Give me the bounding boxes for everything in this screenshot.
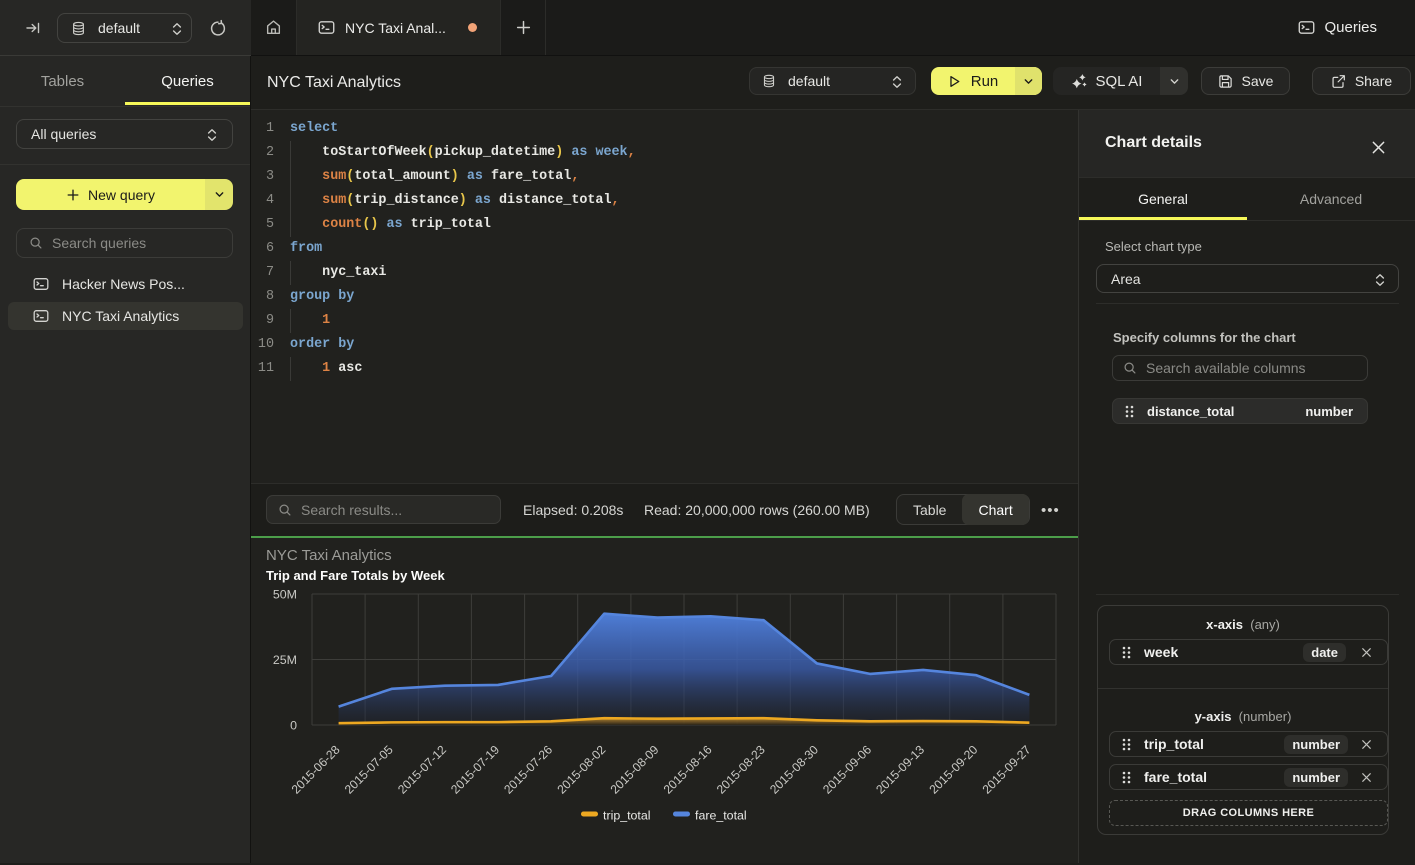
svg-text:2015-08-09: 2015-08-09	[608, 742, 662, 796]
svg-text:2015-09-13: 2015-09-13	[873, 742, 927, 796]
svg-text:trip_total: trip_total	[603, 809, 651, 823]
svg-text:25M: 25M	[273, 653, 297, 667]
svg-text:2015-08-02: 2015-08-02	[554, 742, 608, 796]
svg-text:50M: 50M	[273, 588, 297, 602]
svg-text:2015-07-19: 2015-07-19	[448, 742, 502, 796]
svg-text:2015-09-06: 2015-09-06	[820, 742, 874, 796]
svg-text:2015-07-26: 2015-07-26	[501, 742, 555, 796]
svg-text:2015-07-12: 2015-07-12	[395, 742, 449, 796]
svg-text:2015-07-05: 2015-07-05	[342, 742, 396, 796]
svg-text:fare_total: fare_total	[695, 809, 747, 823]
svg-text:2015-06-28: 2015-06-28	[289, 742, 343, 796]
svg-text:2015-08-30: 2015-08-30	[767, 742, 821, 796]
svg-text:2015-09-20: 2015-09-20	[926, 742, 980, 796]
svg-text:2015-08-23: 2015-08-23	[714, 742, 768, 796]
svg-text:0: 0	[290, 719, 297, 733]
svg-text:2015-09-27: 2015-09-27	[980, 742, 1034, 796]
svg-text:2015-08-16: 2015-08-16	[661, 742, 715, 796]
